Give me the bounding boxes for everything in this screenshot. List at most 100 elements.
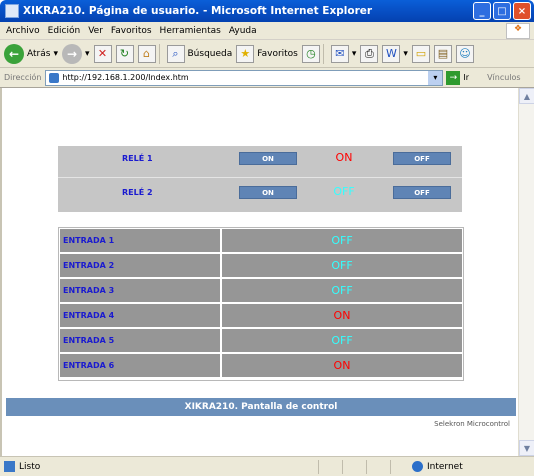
search-label: Búsqueda — [187, 48, 233, 59]
table-row: ENTRADA 1 OFF — [60, 229, 462, 252]
mail-icon: ✉ — [330, 44, 349, 63]
relay-2-off-button[interactable]: OFF — [393, 186, 451, 199]
maximize-button[interactable]: □ — [493, 2, 511, 20]
folder-icon: ▭ — [411, 44, 430, 63]
input-state: ON — [222, 304, 462, 327]
menu-ver[interactable]: Ver — [88, 26, 103, 36]
relay-2-state: OFF — [333, 185, 355, 198]
scroll-down-icon[interactable]: ▼ — [519, 440, 534, 456]
input-state: OFF — [222, 329, 462, 352]
relay-2-on-button[interactable]: ON — [239, 186, 297, 199]
history-icon: ◷ — [301, 44, 320, 63]
security-zone: Internet — [412, 461, 463, 472]
status-text: Listo — [19, 461, 41, 472]
page-status-icon — [4, 461, 15, 472]
footer-title: XIKRA210. Pantalla de control — [6, 398, 516, 416]
favorites-label: Favoritos — [257, 48, 298, 59]
input-label: ENTRADA 4 — [60, 304, 220, 327]
vertical-scrollbar[interactable]: ▲ ▼ — [518, 88, 534, 456]
ie-icon — [5, 4, 19, 18]
edit-dropdown-icon[interactable]: ▾ — [403, 49, 408, 59]
input-state: OFF — [222, 254, 462, 277]
word-icon: W — [382, 44, 401, 63]
links-button[interactable]: Vínculos — [487, 73, 521, 82]
favorites-button[interactable]: ★ Favoritos — [236, 44, 298, 63]
table-row: ENTRADA 6 ON — [60, 354, 462, 377]
relay-label: RELÉ 2 — [122, 188, 153, 197]
status-divider — [366, 460, 367, 474]
table-row: ENTRADA 3 OFF — [60, 279, 462, 302]
windows-logo-icon: ❖ — [506, 23, 530, 39]
mail-button[interactable]: ✉ ▾ — [330, 44, 357, 63]
menu-archivo[interactable]: Archivo — [6, 26, 40, 36]
discuss-button[interactable]: ▭ — [411, 44, 430, 63]
status-bar: Listo Internet — [0, 456, 534, 476]
menu-ayuda[interactable]: Ayuda — [229, 26, 257, 36]
forward-button[interactable]: → ▾ — [61, 43, 90, 64]
input-label: ENTRADA 1 — [60, 229, 220, 252]
go-label: Ir — [463, 73, 470, 82]
refresh-button[interactable]: ↻ — [115, 44, 134, 63]
edit-button[interactable]: W ▾ — [382, 44, 408, 63]
toolbar-separator — [322, 43, 324, 64]
address-input[interactable]: http://192.168.1.200/Index.htm ▾ — [45, 69, 444, 86]
relay-row: RELÉ 1 ON ON OFF — [58, 146, 462, 178]
relay-1-state: ON — [335, 151, 353, 164]
relay-label: RELÉ 1 — [122, 154, 153, 163]
address-url: http://192.168.1.200/Index.htm — [62, 73, 189, 82]
toolbar-separator — [158, 43, 160, 64]
back-label: Atrás — [27, 48, 51, 59]
table-row: ENTRADA 2 OFF — [60, 254, 462, 277]
status-divider — [318, 460, 319, 474]
title-bar: XIKRA210. Página de usuario. - Microsoft… — [0, 0, 534, 22]
menu-favoritos[interactable]: Favoritos — [111, 26, 152, 36]
relay-1-on-button[interactable]: ON — [239, 152, 297, 165]
relay-1-off-button[interactable]: OFF — [393, 152, 451, 165]
mail-dropdown-icon[interactable]: ▾ — [352, 49, 357, 59]
home-icon: ⌂ — [137, 44, 156, 63]
print-button[interactable]: ⎙ — [360, 44, 379, 63]
research-icon: ▤ — [433, 44, 452, 63]
search-button[interactable]: ⌕ Búsqueda — [166, 44, 233, 63]
printer-icon: ⎙ — [360, 44, 379, 63]
home-button[interactable]: ⌂ — [137, 44, 156, 63]
menu-herramientas[interactable]: Herramientas — [160, 26, 221, 36]
input-label: ENTRADA 5 — [60, 329, 220, 352]
address-dropdown-icon[interactable]: ▾ — [428, 70, 443, 85]
input-label: ENTRADA 6 — [60, 354, 220, 377]
input-label: ENTRADA 3 — [60, 279, 220, 302]
stop-button[interactable]: ✕ — [93, 44, 112, 63]
back-button[interactable]: ← Atrás ▾ — [4, 43, 58, 64]
messenger-button[interactable]: ☺ — [455, 44, 474, 63]
search-icon: ⌕ — [166, 44, 185, 63]
refresh-icon: ↻ — [115, 44, 134, 63]
inputs-table: ENTRADA 1 OFF ENTRADA 2 OFF ENTRADA 3 OF… — [58, 227, 464, 381]
back-dropdown-icon[interactable]: ▾ — [53, 49, 58, 59]
input-state: ON — [222, 354, 462, 377]
forward-dropdown-icon[interactable]: ▾ — [85, 49, 90, 59]
status-divider — [342, 460, 343, 474]
forward-arrow-icon: → — [61, 43, 82, 64]
back-arrow-icon: ← — [4, 43, 24, 64]
footer-credit: Selekron Microcontrol — [434, 420, 510, 428]
history-button[interactable]: ◷ — [301, 44, 320, 63]
address-label: Dirección — [4, 73, 42, 82]
star-icon: ★ — [236, 44, 255, 63]
research-button[interactable]: ▤ — [433, 44, 452, 63]
table-row: ENTRADA 5 OFF — [60, 329, 462, 352]
window-title: XIKRA210. Página de usuario. - Microsoft… — [23, 5, 373, 17]
scroll-up-icon[interactable]: ▲ — [519, 88, 534, 104]
page-icon — [49, 72, 60, 83]
go-arrow-icon: → — [446, 70, 461, 85]
minimize-button[interactable]: _ — [473, 2, 491, 20]
toolbar: ← Atrás ▾ → ▾ ✕ ↻ ⌂ ⌕ Búsqueda ★ Favorit… — [0, 40, 534, 68]
menu-edicion[interactable]: Edición — [48, 26, 81, 36]
go-button[interactable]: → Ir — [446, 70, 470, 85]
relay-panel: RELÉ 1 ON ON OFF RELÉ 2 ON OFF OFF — [58, 146, 462, 212]
status-divider — [390, 460, 391, 474]
stop-icon: ✕ — [93, 44, 112, 63]
messenger-icon: ☺ — [455, 44, 474, 63]
input-label: ENTRADA 2 — [60, 254, 220, 277]
close-button[interactable]: × — [513, 2, 531, 20]
input-state: OFF — [222, 229, 462, 252]
